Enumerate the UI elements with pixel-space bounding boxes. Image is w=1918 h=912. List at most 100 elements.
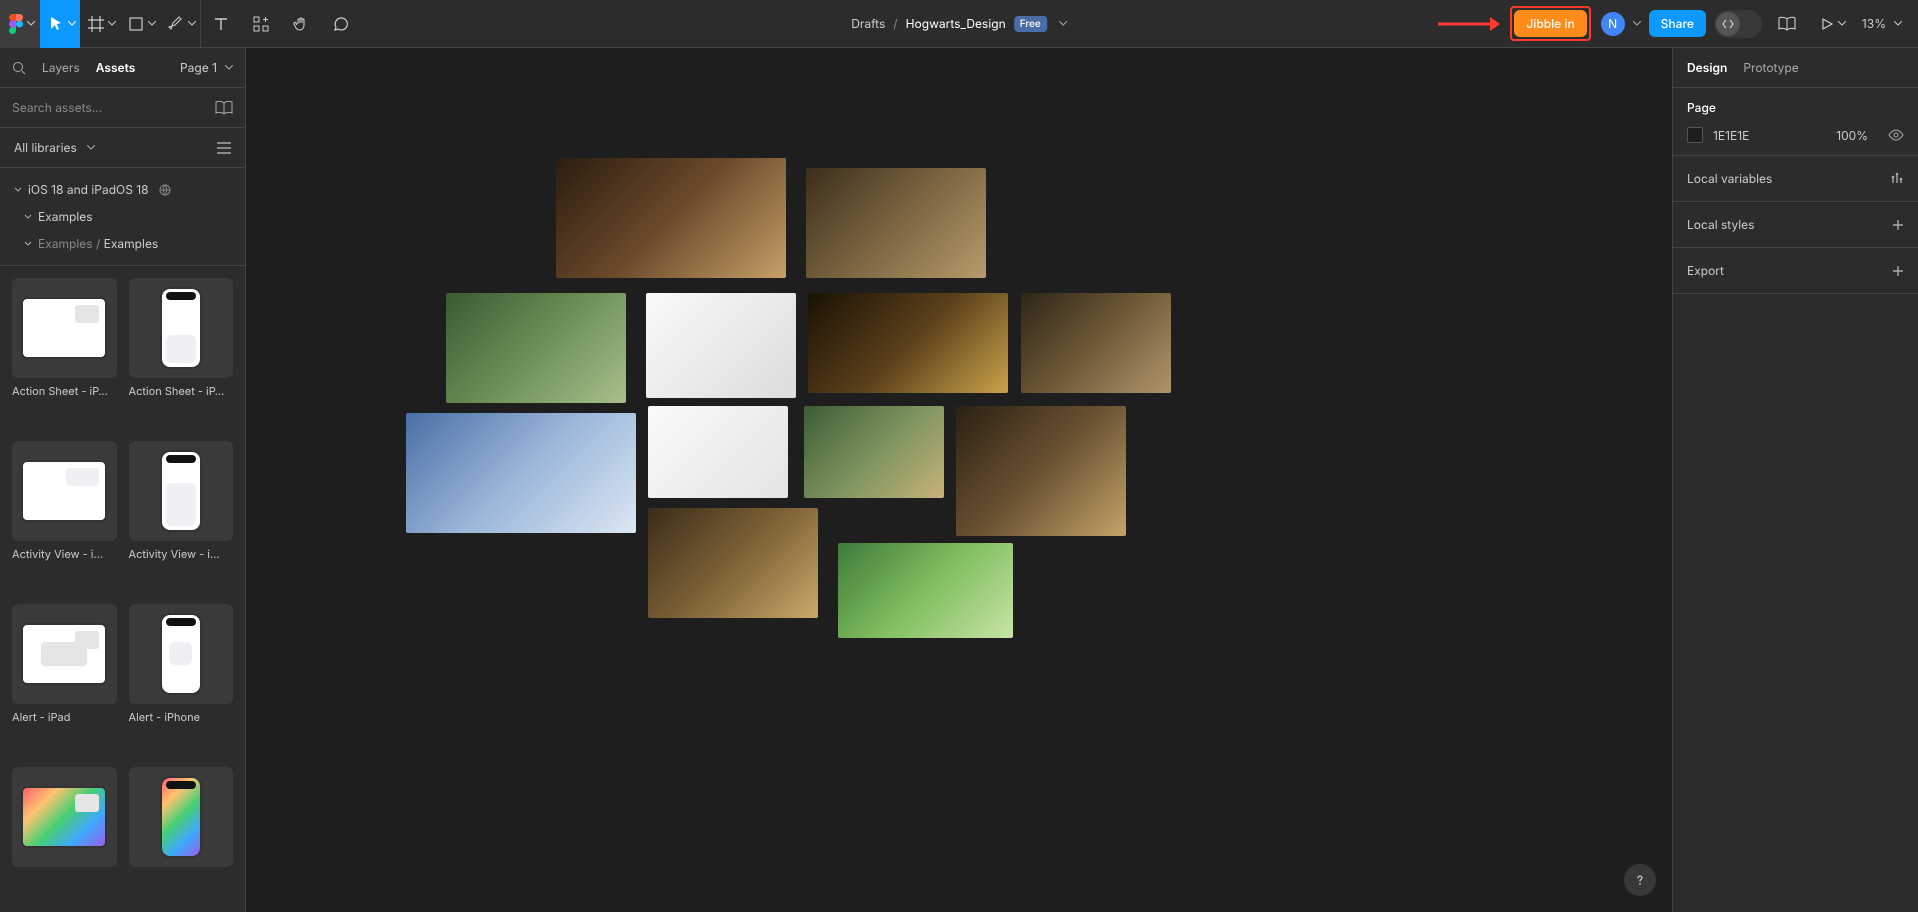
share-button[interactable]: Share: [1649, 10, 1706, 37]
canvas-inner: [246, 48, 1672, 912]
color-opacity[interactable]: 100%: [1836, 128, 1868, 143]
resources-icon: [253, 16, 269, 32]
book-icon: [215, 101, 233, 115]
user-avatar[interactable]: N: [1599, 10, 1627, 38]
avatar-group[interactable]: N: [1599, 10, 1641, 38]
asset-thumbnail: [12, 441, 117, 541]
eye-icon: [1888, 129, 1904, 141]
local-styles-section[interactable]: Local styles: [1673, 202, 1918, 248]
tree-library-row[interactable]: iOS 18 and iPadOS 18: [0, 176, 245, 203]
right-panel: Design Prototype Page 1E1E1E 100% Local …: [1672, 48, 1918, 912]
page-label: Page 1: [180, 60, 217, 75]
tab-layers[interactable]: Layers: [42, 60, 80, 75]
library-button[interactable]: [1770, 0, 1804, 48]
asset-card[interactable]: [129, 767, 234, 900]
annotation-highlight: Jibble in: [1510, 6, 1590, 41]
asset-card[interactable]: Action Sheet - iP…: [129, 278, 234, 425]
canvas-image[interactable]: [648, 406, 788, 498]
jibble-in-button[interactable]: Jibble in: [1514, 10, 1586, 37]
asset-card[interactable]: Alert - iPad: [12, 604, 117, 751]
toolbar-right: Jibble in N Share 13%: [1436, 0, 1918, 47]
pen-icon: [168, 16, 184, 32]
present-button[interactable]: [1812, 0, 1850, 48]
list-view-button[interactable]: [217, 142, 231, 154]
asset-label: Alert - iPad: [12, 710, 117, 724]
local-variables-label: Local variables: [1687, 171, 1772, 186]
help-button[interactable]: [1624, 864, 1656, 896]
main-menu-button[interactable]: [0, 0, 40, 48]
tab-design[interactable]: Design: [1687, 60, 1727, 75]
dev-mode-toggle[interactable]: [1714, 10, 1762, 38]
zoom-menu[interactable]: 13%: [1858, 16, 1906, 31]
export-label: Export: [1687, 263, 1724, 278]
tree-breadcrumb-row[interactable]: Examples / Examples: [0, 230, 245, 257]
asset-card[interactable]: Activity View - i…: [129, 441, 234, 588]
canvas-image[interactable]: [446, 293, 626, 403]
right-panel-tabs: Design Prototype: [1673, 48, 1918, 88]
file-name[interactable]: Hogwarts_Design: [906, 16, 1006, 31]
toolbar-left: [0, 0, 361, 47]
export-section[interactable]: Export: [1673, 248, 1918, 294]
list-icon: [217, 142, 231, 154]
tab-assets[interactable]: Assets: [96, 60, 136, 75]
plus-icon[interactable]: [1892, 265, 1904, 277]
frame-icon: [88, 16, 104, 32]
color-swatch[interactable]: [1687, 127, 1703, 143]
asset-card[interactable]: [12, 767, 117, 900]
resources-button[interactable]: [241, 0, 281, 48]
text-tool-button[interactable]: [201, 0, 241, 48]
pen-tool-button[interactable]: [160, 0, 200, 48]
local-variables-section[interactable]: Local variables: [1673, 156, 1918, 202]
canvas-image[interactable]: [956, 406, 1126, 536]
canvas-image[interactable]: [806, 168, 986, 278]
main: Layers Assets Page 1 All libraries: [0, 48, 1918, 912]
breadcrumb-root[interactable]: Drafts: [851, 16, 885, 31]
chevron-down-icon[interactable]: [1059, 20, 1067, 28]
disclosure-icon: [24, 240, 32, 248]
frame-tool-button[interactable]: [80, 0, 120, 48]
canvas-image[interactable]: [556, 158, 786, 278]
asset-card[interactable]: Action Sheet - iP…: [12, 278, 117, 425]
disclosure-icon: [24, 213, 32, 221]
search-icon[interactable]: [12, 61, 26, 75]
local-styles-label: Local styles: [1687, 217, 1755, 232]
move-tool-button[interactable]: [40, 0, 80, 48]
page-background-row[interactable]: 1E1E1E 100%: [1687, 127, 1904, 143]
assets-search-input[interactable]: [12, 100, 207, 115]
hand-tool-button[interactable]: [281, 0, 321, 48]
comment-tool-button[interactable]: [321, 0, 361, 48]
canvas-image[interactable]: [1021, 293, 1171, 393]
libraries-label: All libraries: [14, 140, 77, 155]
canvas[interactable]: [246, 48, 1672, 912]
canvas-image[interactable]: [808, 293, 1008, 393]
settings-icon[interactable]: [1890, 172, 1904, 186]
file-breadcrumb[interactable]: Drafts / Hogwarts_Design Free: [851, 16, 1067, 32]
rectangle-icon: [128, 16, 144, 32]
shape-tool-button[interactable]: [120, 0, 160, 48]
canvas-image[interactable]: [804, 406, 944, 498]
chevron-down-icon: [68, 20, 76, 28]
asset-card[interactable]: Alert - iPhone: [129, 604, 234, 751]
book-icon: [1778, 16, 1796, 32]
libraries-dropdown[interactable]: All libraries: [14, 140, 95, 155]
page-selector[interactable]: Page 1: [180, 60, 233, 75]
canvas-image[interactable]: [838, 543, 1013, 638]
chevron-down-icon: [87, 144, 95, 152]
canvas-image[interactable]: [646, 293, 796, 398]
chevron-down-icon: [1633, 20, 1641, 28]
canvas-image[interactable]: [406, 413, 636, 533]
team-library-button[interactable]: [215, 101, 233, 115]
asset-label: Alert - iPhone: [129, 710, 234, 724]
tree-examples-label: Examples: [38, 209, 93, 224]
asset-card[interactable]: Activity View - i…: [12, 441, 117, 588]
assets-grid: Action Sheet - iP…Action Sheet - iP…Acti…: [0, 266, 245, 912]
plus-icon[interactable]: [1892, 219, 1904, 231]
asset-thumbnail: [129, 441, 234, 541]
canvas-image[interactable]: [648, 508, 818, 618]
color-hex[interactable]: 1E1E1E: [1713, 128, 1783, 143]
tree-examples-row[interactable]: Examples: [0, 203, 245, 230]
tab-prototype[interactable]: Prototype: [1743, 60, 1798, 75]
visibility-toggle[interactable]: [1888, 129, 1904, 141]
asset-thumbnail: [129, 767, 234, 867]
play-icon: [1820, 17, 1834, 31]
